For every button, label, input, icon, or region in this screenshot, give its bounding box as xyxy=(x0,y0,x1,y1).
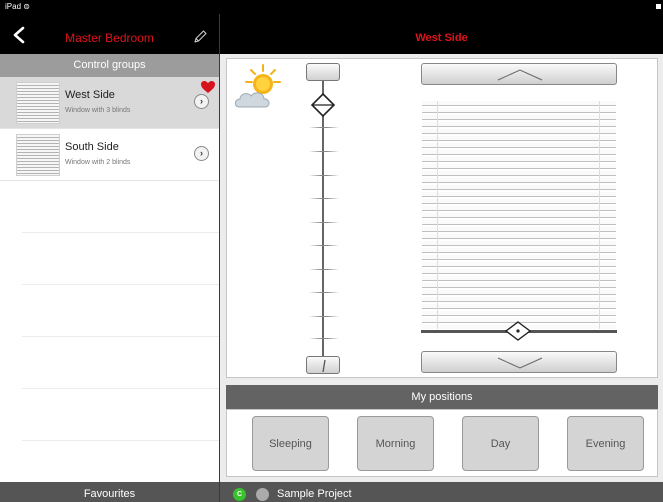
empty-row xyxy=(22,233,219,285)
blind-slats xyxy=(422,101,616,329)
status-bar: iPad ⊜ xyxy=(0,0,663,14)
blind-thumbnail xyxy=(16,134,60,176)
empty-row xyxy=(22,181,219,233)
slider-tick xyxy=(309,316,339,317)
blind-visualization xyxy=(226,58,658,378)
my-positions-header: My positions xyxy=(226,385,658,409)
blind-cord xyxy=(437,101,438,329)
group-item-name: West Side xyxy=(65,89,115,101)
blind-up-button[interactable] xyxy=(421,63,617,85)
position-sleeping-button[interactable]: Sleeping xyxy=(252,416,329,471)
position-day-button[interactable]: Day xyxy=(462,416,539,471)
blind-down-button[interactable] xyxy=(421,351,617,373)
chevron-right-icon[interactable]: › xyxy=(194,94,209,109)
group-item-west-side[interactable]: West Side Window with 3 blinds › xyxy=(0,77,219,129)
chevron-up-icon xyxy=(497,69,543,81)
heart-icon xyxy=(201,81,215,93)
left-navigation-bar: Master Bedroom xyxy=(0,14,219,54)
app-window: iPad ⊜ Master Bedroom West Side Control … xyxy=(0,0,663,502)
slider-tick xyxy=(309,127,339,128)
group-item-subtitle: Window with 3 blinds xyxy=(65,107,131,114)
diamond-handle-icon[interactable] xyxy=(310,92,336,118)
connection-status-icon: C xyxy=(233,488,246,501)
blind-control-pane: My positions Sleeping Morning Day Evenin… xyxy=(220,54,663,482)
slider-tick xyxy=(309,269,339,270)
blind-cord xyxy=(599,101,600,329)
slider-tick xyxy=(309,175,339,176)
back-chevron-icon[interactable] xyxy=(12,26,26,44)
group-item-subtitle: Window with 2 blinds xyxy=(65,159,131,166)
slat-closed-cap[interactable] xyxy=(306,356,340,374)
right-navigation-bar: West Side xyxy=(220,14,663,54)
project-name: Sample Project xyxy=(277,488,352,500)
slider-tick xyxy=(309,198,339,199)
empty-row xyxy=(22,337,219,389)
weather-sun-cloud-icon xyxy=(234,64,281,108)
battery-icon xyxy=(656,4,661,9)
pencil-icon[interactable] xyxy=(192,29,208,45)
position-morning-button[interactable]: Morning xyxy=(357,416,434,471)
slider-tick xyxy=(309,222,339,223)
chevron-right-icon[interactable]: › xyxy=(194,146,209,161)
slider-tick xyxy=(309,292,339,293)
slash-icon xyxy=(322,359,326,373)
favourites-tab[interactable]: Favourites xyxy=(0,482,219,502)
group-item-name: South Side xyxy=(65,141,119,153)
blind-thumbnail xyxy=(16,82,60,124)
control-groups-header: Control groups xyxy=(0,54,219,77)
device-label: iPad ⊜ xyxy=(5,2,30,11)
chevron-down-icon xyxy=(497,357,543,369)
status-dot-icon xyxy=(256,488,269,501)
slat-open-cap[interactable] xyxy=(306,63,340,81)
empty-row xyxy=(22,389,219,441)
slider-tick xyxy=(309,245,339,246)
my-positions-panel: Sleeping Morning Day Evening xyxy=(226,409,658,477)
group-item-south-side[interactable]: South Side Window with 2 blinds › xyxy=(0,129,219,181)
empty-row xyxy=(22,285,219,337)
diamond-handle-icon[interactable] xyxy=(504,321,532,341)
control-groups-list: Control groups West Side Window with 3 b… xyxy=(0,54,219,482)
slider-tick xyxy=(309,151,339,152)
position-evening-button[interactable]: Evening xyxy=(567,416,644,471)
project-bar: C Sample Project xyxy=(220,482,663,502)
slider-tick xyxy=(309,338,339,339)
